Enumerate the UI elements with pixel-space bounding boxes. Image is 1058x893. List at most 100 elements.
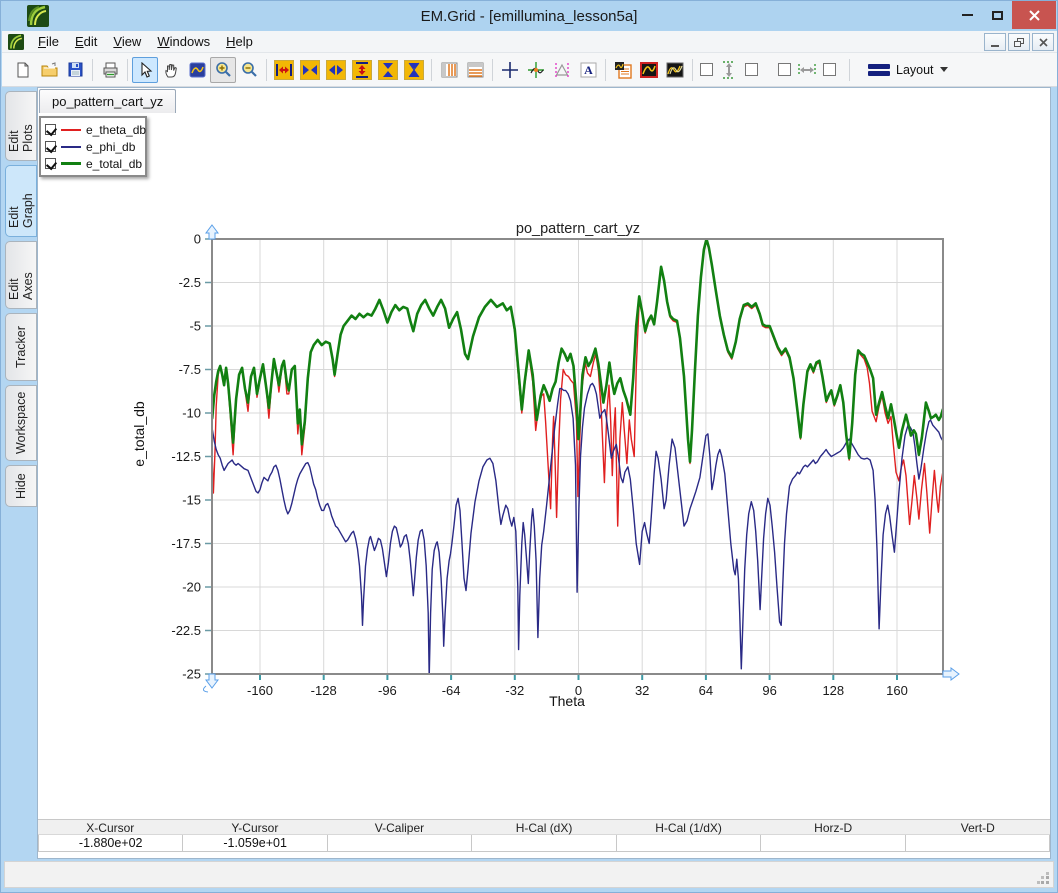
x-shrink-icon — [302, 63, 318, 77]
graph-tab[interactable]: po_pattern_cart_yz — [39, 89, 176, 113]
horizontal-gridlines-button[interactable] — [462, 57, 488, 83]
menu-edit[interactable]: Edit — [67, 32, 105, 51]
svg-text:-128: -128 — [311, 683, 337, 698]
mdi-close-button[interactable] — [1032, 33, 1054, 51]
x-stretch-icon — [276, 63, 292, 77]
maximize-button[interactable] — [982, 1, 1012, 29]
vertical-gridlines-button[interactable] — [436, 57, 462, 83]
sidebar-tab-workspace[interactable]: Workspace — [5, 385, 37, 461]
menu-bar: File Edit View Windows Help — [2, 31, 1058, 53]
checkbox-checked-icon[interactable] — [45, 124, 56, 135]
pointer-tool-button[interactable] — [132, 57, 158, 83]
cursor-status-value-row: -1.880e+02 -1.059e+01 — [38, 835, 1050, 852]
zoom-in-button[interactable] — [210, 57, 236, 83]
x-axis-fit-button[interactable] — [323, 57, 349, 83]
svg-text:64: 64 — [699, 683, 713, 698]
horizontal-gridlines-icon — [467, 62, 484, 78]
align-left-checkbox[interactable] — [778, 63, 791, 76]
caliper-button[interactable] — [549, 57, 575, 83]
plot-overlay-button[interactable] — [662, 57, 688, 83]
resize-grip[interactable] — [1037, 872, 1050, 885]
plot-overlay-icon — [666, 62, 684, 78]
sidebar-tab-tracker[interactable]: Tracker — [5, 313, 37, 381]
y-axis-top-handle-icon[interactable] — [206, 225, 218, 239]
checkbox-checked-icon[interactable] — [45, 141, 56, 152]
x-fit-icon — [328, 63, 344, 77]
y-axis-label: e_total_db — [131, 401, 147, 467]
svg-text:-22.5: -22.5 — [171, 623, 201, 638]
legend-box[interactable]: e_theta_db e_phi_db e_total_db — [39, 116, 147, 177]
x-axis-stretch-button[interactable] — [271, 57, 297, 83]
series-color-swatch — [61, 146, 81, 148]
crosshair-button[interactable] — [497, 57, 523, 83]
legend-item[interactable]: e_theta_db — [45, 121, 141, 138]
maximize-icon — [992, 11, 1003, 20]
mdi-minimize-button[interactable] — [984, 33, 1006, 51]
report-button[interactable] — [610, 57, 636, 83]
x-axis-shrink-button[interactable] — [297, 57, 323, 83]
column-header: Y-Cursor — [183, 820, 328, 834]
legend-item[interactable]: e_phi_db — [45, 138, 141, 155]
minimize-icon — [962, 14, 973, 16]
chart-tick-labels: -160-128-96-64-3203264961281600-2.5-5-7.… — [171, 232, 907, 699]
horizontal-distribute-button[interactable] — [794, 57, 820, 83]
tracker-button[interactable] — [523, 57, 549, 83]
svg-text:160: 160 — [886, 683, 908, 698]
checkbox-checked-icon[interactable] — [45, 158, 56, 169]
align-right-checkbox[interactable] — [823, 63, 836, 76]
mdi-restore-button[interactable] — [1008, 33, 1030, 51]
y-axis-fit-button[interactable] — [401, 57, 427, 83]
new-button[interactable] — [10, 57, 36, 83]
legend-label: e_theta_db — [86, 123, 146, 137]
zoom-window-button[interactable] — [184, 57, 210, 83]
svg-text:32: 32 — [635, 683, 649, 698]
series-color-swatch — [61, 162, 81, 165]
print-button[interactable] — [97, 57, 123, 83]
pan-tool-button[interactable] — [158, 57, 184, 83]
svg-text:-160: -160 — [247, 683, 273, 698]
zoom-out-button[interactable] — [236, 57, 262, 83]
column-header: Vert-D — [905, 820, 1050, 834]
open-icon — [41, 62, 58, 78]
vertical-distribute-button[interactable] — [716, 57, 742, 83]
legend-item[interactable]: e_total_db — [45, 155, 141, 172]
close-button[interactable] — [1012, 1, 1056, 29]
vertical-distribute-icon — [722, 61, 736, 79]
menu-view[interactable]: View — [105, 32, 149, 51]
text-annotation-button[interactable]: A — [575, 57, 601, 83]
plot-style-button[interactable] — [636, 57, 662, 83]
svg-text:A: A — [584, 63, 593, 77]
y-axis-bottom-handle-icon[interactable] — [203, 674, 218, 692]
app-logo-icon — [27, 5, 49, 27]
y-axis-stretch-button[interactable] — [349, 57, 375, 83]
series-color-swatch — [61, 129, 81, 131]
menu-file[interactable]: File — [30, 32, 67, 51]
sidebar-tab-hide[interactable]: Hide — [5, 465, 37, 507]
mdi-minimize-icon — [991, 45, 999, 47]
window-title: EM.Grid - [emillumina_lesson5a] — [1, 8, 1057, 25]
sidebar-tab-edit-axes[interactable]: Edit Axes — [5, 241, 37, 309]
side-tab-strip: Edit Plots Edit Graph Edit Axes Tracker … — [5, 91, 37, 507]
text-icon: A — [580, 62, 597, 78]
svg-text:-32: -32 — [505, 683, 524, 698]
minimize-button[interactable] — [952, 1, 982, 29]
plot-style-icon — [640, 62, 658, 78]
x-axis-right-handle-icon[interactable] — [943, 668, 959, 680]
sidebar-tab-edit-plots[interactable]: Edit Plots — [5, 91, 37, 161]
chart[interactable]: -160-128-96-64-3203264961281600-2.5-5-7.… — [38, 88, 1050, 858]
mdi-close-icon — [1039, 38, 1048, 47]
align-top-checkbox[interactable] — [700, 63, 713, 76]
svg-text:-25: -25 — [182, 667, 201, 682]
menu-windows[interactable]: Windows — [149, 32, 218, 51]
menu-help[interactable]: Help — [218, 32, 261, 51]
open-button[interactable] — [36, 57, 62, 83]
layout-dropdown[interactable]: Layout — [860, 60, 956, 80]
zoom-in-icon — [215, 61, 232, 78]
sidebar-tab-edit-graph[interactable]: Edit Graph — [5, 165, 37, 237]
save-button[interactable] — [62, 57, 88, 83]
title-bar[interactable]: EM.Grid - [emillumina_lesson5a] — [1, 1, 1057, 31]
y-fit-icon — [407, 62, 421, 78]
svg-text:-5: -5 — [189, 319, 201, 334]
align-bottom-checkbox[interactable] — [745, 63, 758, 76]
y-axis-shrink-button[interactable] — [375, 57, 401, 83]
